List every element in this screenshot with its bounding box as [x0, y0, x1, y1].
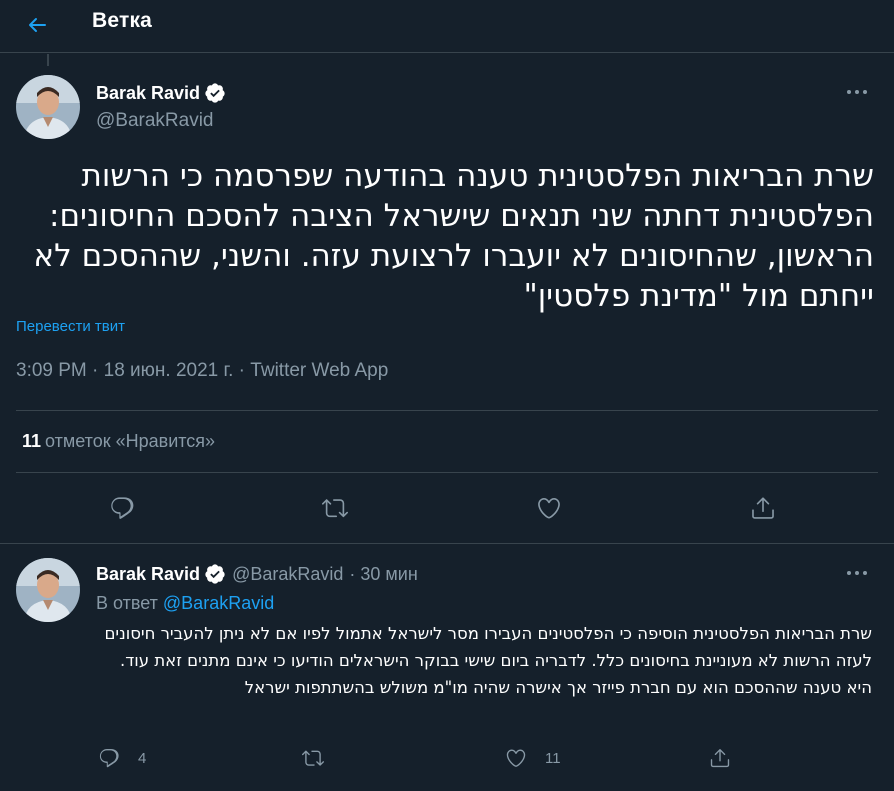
reply-share-button[interactable]: [709, 747, 731, 769]
thread-connector-line: [47, 54, 49, 66]
author-handle-row: @BarakRavid: [96, 110, 214, 132]
retweet-icon: [322, 499, 348, 518]
likes-count: 11: [22, 431, 42, 451]
reply-icon: [99, 749, 119, 768]
thread-header: Ветка: [0, 0, 894, 53]
share-icon: [752, 497, 774, 519]
retweet-button[interactable]: [315, 488, 355, 528]
tweet-timestamp[interactable]: 3:09 PM · 18 июн. 2021 г. · Twitter Web …: [16, 360, 388, 382]
reply-more-options-button[interactable]: [840, 563, 874, 583]
reply-reply-button[interactable]: 4: [98, 747, 146, 769]
heart-icon: [506, 749, 526, 767]
reply-author-row: Barak Ravid @BarakRavid · 30 мин: [96, 563, 418, 585]
retweet-icon: [302, 750, 324, 766]
author-name[interactable]: Barak Ravid: [96, 83, 200, 104]
tweet-text: שרת הבריאות הפלסטינית טענה בהודעה שפרסמה…: [33, 158, 874, 314]
reply-avatar[interactable]: [16, 558, 80, 622]
reply-time[interactable]: · 30 мин: [349, 564, 417, 585]
reply-author-handle[interactable]: @BarakRavid: [232, 564, 343, 585]
verified-badge-icon: [204, 82, 226, 104]
divider: [16, 472, 878, 473]
share-icon: [710, 749, 730, 768]
likes-label: отметок «Нравится»: [45, 431, 216, 451]
like-button[interactable]: [529, 488, 569, 528]
back-button[interactable]: [20, 8, 54, 42]
page-title: Ветка: [92, 9, 153, 32]
like-count: 11: [545, 749, 561, 767]
divider: [16, 410, 878, 411]
likes-summary[interactable]: 11 отметок «Нравится»: [22, 431, 215, 452]
author-handle[interactable]: @BarakRavid: [96, 110, 214, 132]
reply-retweet-button[interactable]: [302, 747, 324, 769]
reply-author-name[interactable]: Barak Ravid: [96, 564, 200, 585]
reply-to-mention[interactable]: @BarakRavid: [163, 593, 274, 613]
reply-tweet-text: שרת הבריאות הפלסטינית הוסיפה כי הפלסטיני…: [104, 624, 872, 697]
reply-to-line: В ответ @BarakRavid: [96, 593, 274, 614]
divider: [0, 543, 894, 544]
author-row: Barak Ravid: [96, 82, 226, 104]
reply-icon: [111, 497, 134, 519]
more-options-button[interactable]: [840, 82, 874, 102]
heart-icon: [538, 497, 560, 519]
more-dots-icon: [847, 571, 867, 575]
avatar[interactable]: [16, 75, 80, 139]
verified-badge-icon: [204, 563, 226, 585]
reply-count: 4: [138, 749, 147, 767]
share-button[interactable]: [743, 488, 783, 528]
more-dots-icon: [847, 90, 867, 94]
reply-like-button[interactable]: 11: [505, 747, 561, 769]
translate-tweet-link[interactable]: Перевести твит: [16, 318, 125, 335]
reply-button[interactable]: [102, 488, 142, 528]
arrow-left-icon: [29, 18, 46, 32]
reply-to-prefix: В ответ: [96, 593, 158, 613]
